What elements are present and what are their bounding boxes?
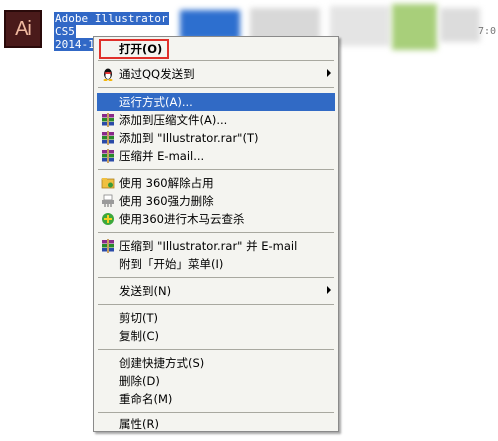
menu-item-add-to-archive[interactable]: 添加到压缩文件(A)... <box>97 111 335 129</box>
menu-item-cut[interactable]: 剪切(T) <box>97 309 335 327</box>
properties-label: 属性(R) <box>119 417 159 431</box>
menu-item-rename[interactable]: 重命名(M) <box>97 390 335 408</box>
send-to-label: 发送到(N) <box>119 284 172 298</box>
qq-label: 通过QQ发送到 <box>119 67 195 81</box>
compress-email-label: 压缩并 E-mail... <box>119 149 205 163</box>
separator <box>98 349 334 350</box>
360-shield-plus-icon <box>102 213 114 225</box>
separator <box>98 169 334 170</box>
shredder-icon <box>102 194 114 207</box>
360-delete-label: 使用 360强力删除 <box>119 194 214 208</box>
360-unlock-label: 使用 360解除占用 <box>119 176 214 190</box>
menu-item-send-via-qq[interactable]: 通过QQ发送到 <box>97 65 335 83</box>
winrar-books-icon <box>102 239 114 253</box>
separator <box>98 60 334 61</box>
run-as-label: 运行方式(A)... <box>119 95 193 109</box>
illustrator-file-icon[interactable]: Ai <box>4 10 42 48</box>
blurred-background-grey-3 <box>440 8 480 42</box>
file-name-line-3: 2014-1 <box>54 38 96 51</box>
menu-item-delete[interactable]: 删除(D) <box>97 372 335 390</box>
winrar-books-icon <box>102 149 114 163</box>
menu-item-360-force-delete[interactable]: 使用 360强力删除 <box>97 192 335 210</box>
separator <box>98 232 334 233</box>
menu-item-run-as[interactable]: 运行方式(A)... <box>97 93 335 111</box>
compress-rar-email-label: 压缩到 "Illustrator.rar" 并 E-mail <box>119 239 298 253</box>
menu-item-copy[interactable]: 复制(C) <box>97 327 335 345</box>
ai-logo-text: Ai <box>15 17 32 40</box>
separator <box>98 412 334 413</box>
menu-item-compress-rar-email[interactable]: 压缩到 "Illustrator.rar" 并 E-mail <box>97 237 335 255</box>
open-label: 打开(O) <box>119 42 163 56</box>
menu-item-360-unlock[interactable]: 使用 360解除占用 <box>97 174 335 192</box>
menu-item-360-trojan-scan[interactable]: 使用360进行木马云查杀 <box>97 210 335 228</box>
winrar-books-icon <box>102 131 114 145</box>
menu-item-send-to[interactable]: 发送到(N) <box>97 282 335 300</box>
separator <box>98 304 334 305</box>
menu-item-add-to-rar[interactable]: 添加到 "Illustrator.rar"(T) <box>97 129 335 147</box>
copy-label: 复制(C) <box>119 329 160 343</box>
add-rar-label: 添加到 "Illustrator.rar"(T) <box>119 131 259 145</box>
rename-label: 重命名(M) <box>119 392 173 406</box>
cut-label: 剪切(T) <box>119 311 158 325</box>
360-unlock-folder-icon <box>101 178 115 189</box>
menu-item-properties[interactable]: 属性(R) <box>97 415 335 433</box>
context-menu: 打开(O) 通过QQ发送到 运行方式(A)... 添加到压缩文件(A)... 添… <box>93 36 339 432</box>
separator <box>98 87 334 88</box>
menu-item-compress-email[interactable]: 压缩并 E-mail... <box>97 147 335 165</box>
file-name-line-1: Adobe Illustrator <box>54 12 169 25</box>
submenu-arrow-icon <box>327 69 331 77</box>
clipped-time-text: 7:0 <box>478 26 497 37</box>
create-shortcut-label: 创建快捷方式(S) <box>119 356 205 370</box>
winrar-books-icon <box>102 113 114 127</box>
delete-label: 删除(D) <box>119 374 160 388</box>
360-scan-label: 使用360进行木马云查杀 <box>119 212 245 226</box>
add-archive-label: 添加到压缩文件(A)... <box>119 113 228 127</box>
qq-penguin-icon <box>103 68 113 81</box>
blurred-background-green <box>392 4 437 50</box>
submenu-arrow-icon <box>327 286 331 294</box>
menu-item-open[interactable]: 打开(O) <box>97 40 335 58</box>
pin-start-label: 附到「开始」菜单(I) <box>119 257 224 271</box>
blurred-background-grey-2 <box>330 6 390 46</box>
file-name-line-2: CS5 <box>54 25 76 38</box>
separator <box>98 277 334 278</box>
menu-item-create-shortcut[interactable]: 创建快捷方式(S) <box>97 354 335 372</box>
menu-item-pin-start[interactable]: 附到「开始」菜单(I) <box>97 255 335 273</box>
